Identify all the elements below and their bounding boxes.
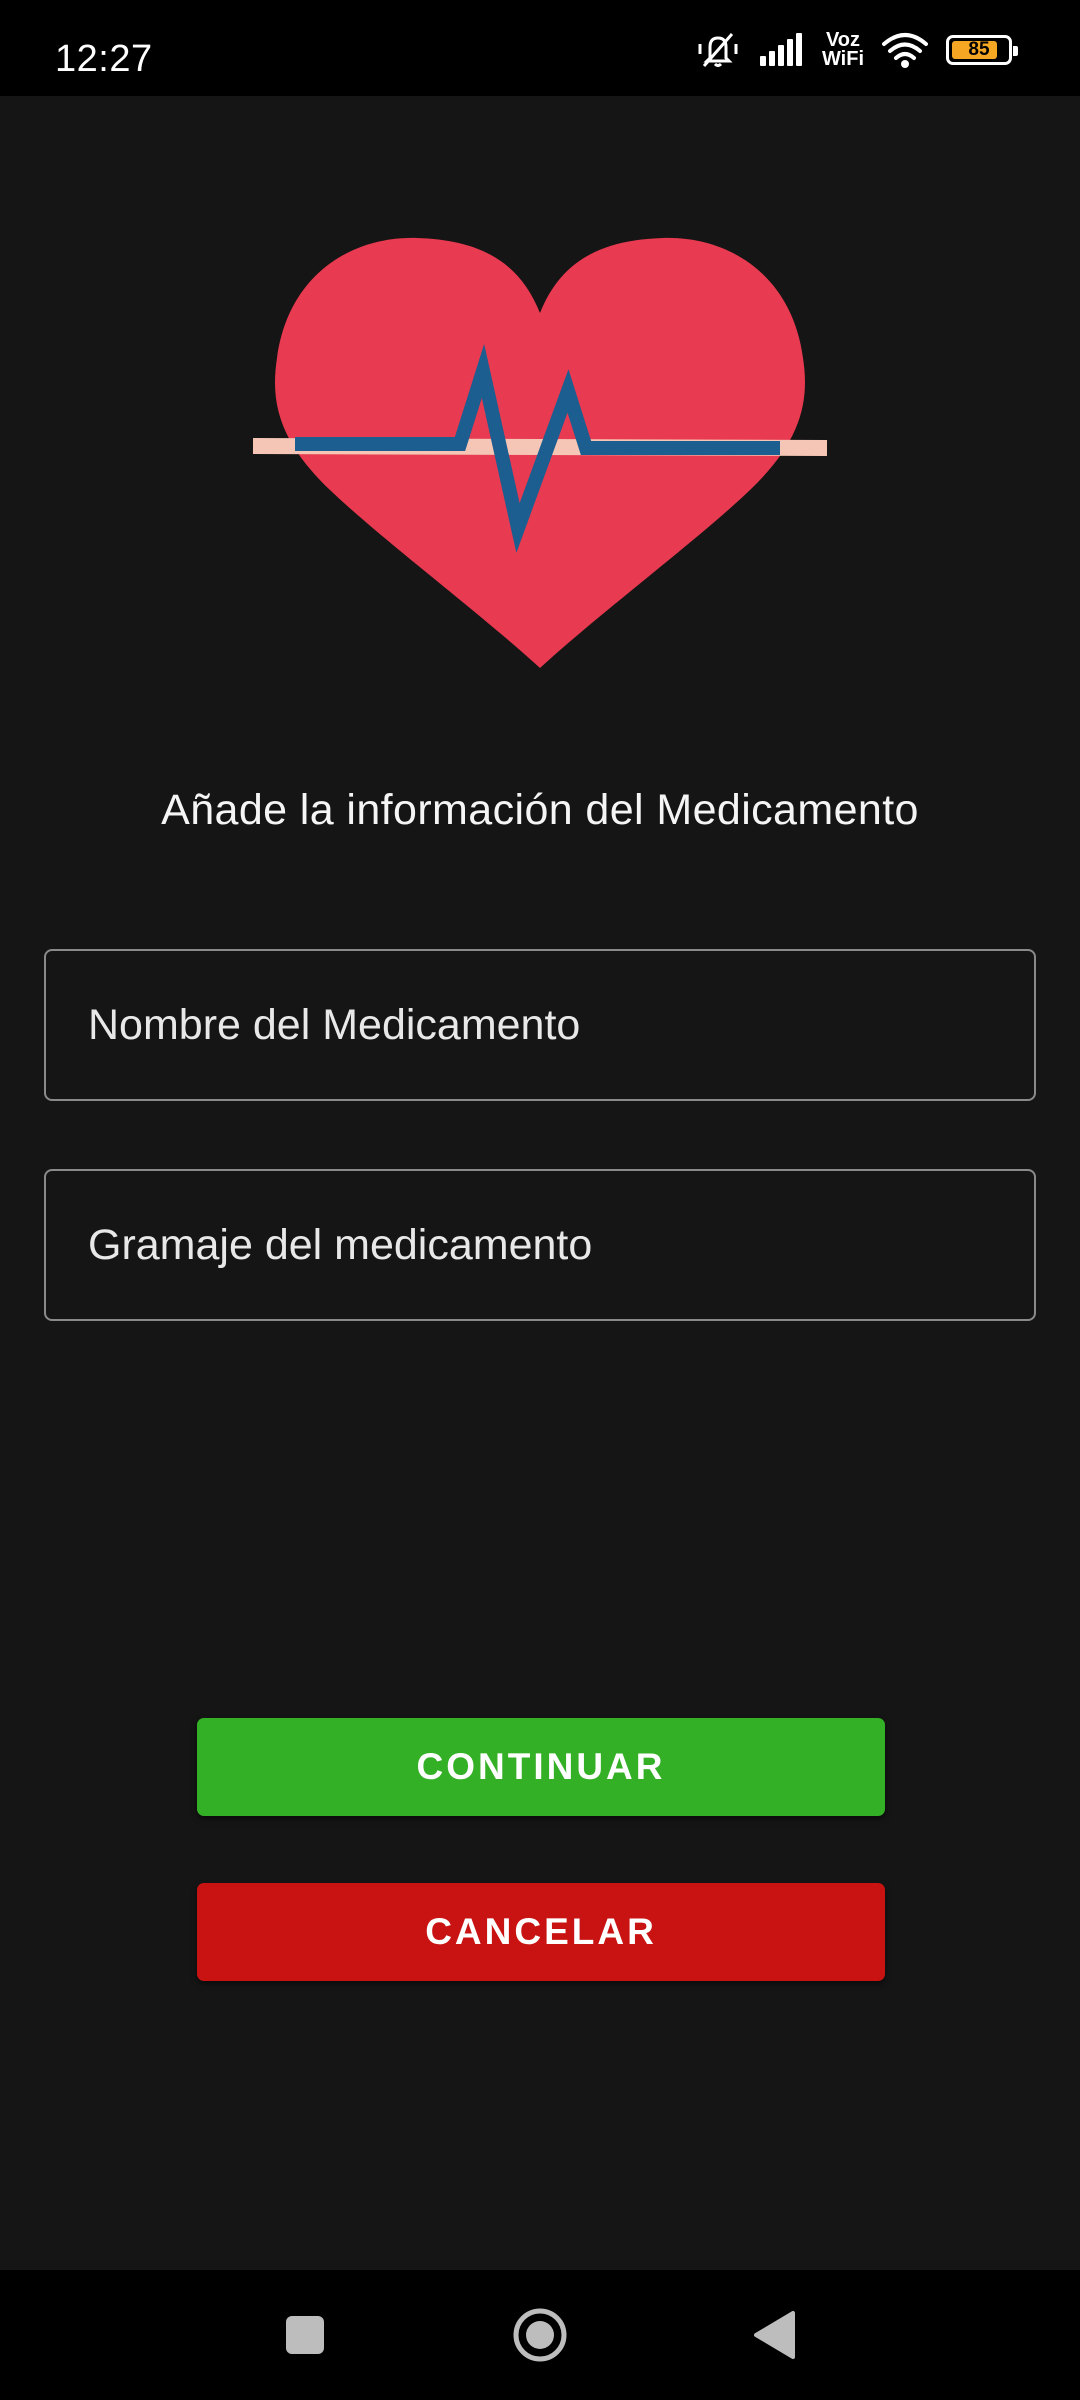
wifi-icon [882,32,928,68]
battery-tip [1013,46,1018,56]
recents-button[interactable] [265,2270,345,2400]
continue-button[interactable]: CONTINUAR [197,1718,885,1816]
home-circle-icon [513,2308,567,2362]
status-bar: 12:27 Voz WiFi 85 [0,0,1080,96]
home-button[interactable] [500,2270,580,2400]
recents-square-icon [286,2316,324,2354]
status-time: 12:27 [55,38,153,80]
mute-icon [696,30,740,70]
wifi-text: WiFi [821,48,864,70]
medication-name-field[interactable] [44,949,1036,1101]
voz-wifi-label: Voz WiFi [821,30,864,70]
navigation-bar [0,2270,1080,2400]
cancel-button[interactable]: CANCELAR [197,1883,885,1981]
medication-dose-field[interactable] [44,1169,1036,1321]
medication-dose-input[interactable] [46,1171,1034,1319]
page-title: Añade la información del Medicamento [161,786,919,834]
back-button[interactable] [735,2270,815,2400]
signal-icon [758,32,804,68]
battery-icon: 85 [946,35,1018,65]
medication-name-input[interactable] [46,951,1034,1099]
heartbeat-icon [252,237,828,668]
back-triangle-icon [754,2311,795,2359]
battery-level: 85 [968,39,990,60]
status-icons: Voz WiFi 85 [696,30,1018,70]
